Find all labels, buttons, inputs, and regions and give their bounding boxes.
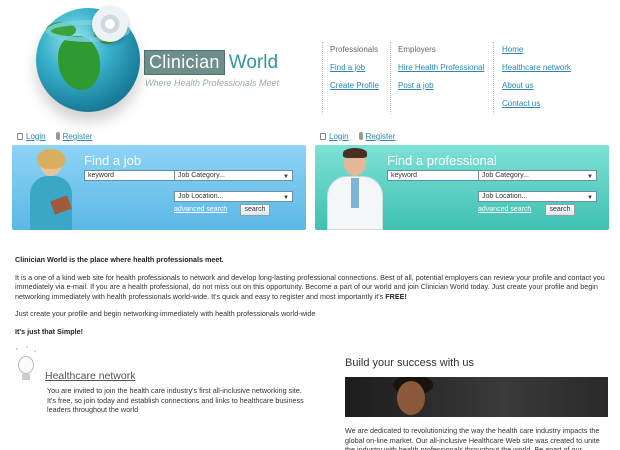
pro-location-select[interactable]: Job Location... ▼ [478,191,597,202]
key-icon [55,132,60,140]
nav-link-home[interactable]: Home [502,45,571,54]
key-icon [358,132,363,140]
intro-content: Clinician World is the place where healt… [15,255,609,345]
find-professional-title: Find a professional [387,153,497,168]
bulb-ray [16,348,18,350]
bulb-base [22,374,30,380]
pro-keyword-input[interactable] [387,170,479,181]
bulb-glass [18,356,34,374]
nav-link-contact[interactable]: Contact us [502,99,571,108]
login-label[interactable]: Login [329,132,349,141]
dropdown-arrow-icon: ▼ [587,174,593,180]
lock-icon [320,132,326,140]
simple-tagline: It's just that Simple! [15,326,84,336]
search-button[interactable]: search [545,204,575,216]
nav-professionals: Professionals Find a job Create Profile [330,45,379,99]
doctor-tie [351,178,359,208]
register-link[interactable]: Register [358,131,396,141]
nav-link-create-profile[interactable]: Create Profile [330,81,379,90]
build-success-title: Build your success with us [345,357,474,369]
healthcare-network-title[interactable]: Healthcare network [45,370,135,382]
job-location-value: Job Location... [178,193,224,200]
build-success-photo [345,377,608,417]
nav-link-about[interactable]: About us [502,81,571,90]
nav-link-post-job[interactable]: Post a job [398,81,484,90]
nav-divider [390,42,391,114]
find-job-title: Find a job [84,153,142,168]
woman-face [397,381,425,415]
site-header: Clinician World Where Health Professional… [0,0,620,125]
nav-employers: Employers Hire Health Professional Post … [398,45,484,99]
dropdown-arrow-icon: ▼ [283,195,289,201]
brand-name-boxed: Clinician [144,50,225,75]
globe-land [58,36,100,90]
job-category-value: Job Category... [178,172,225,179]
login-link[interactable]: Login [17,132,46,141]
find-job-panel: Find a job Job Category... ▼ Job Location… [12,145,306,230]
nav-link-find-job[interactable]: Find a job [330,63,379,72]
intro-paragraph-2: Just create your profile and begin netwo… [15,309,316,319]
nurse-hair [37,149,65,169]
globe-logo-icon [36,6,140,112]
brand-name-rest: World [228,52,279,73]
advanced-search-link[interactable]: advanced search [478,206,531,213]
nav-divider [322,42,323,114]
lock-icon [17,132,23,140]
pro-category-select[interactable]: Job Category... ▼ [478,170,597,181]
brand-logo[interactable]: Clinician World [144,50,278,75]
lightbulb-icon [14,346,38,384]
dropdown-arrow-icon: ▼ [587,195,593,201]
job-location-select[interactable]: Job Location... ▼ [174,191,293,202]
nav-heading-professionals: Professionals [330,45,379,54]
nav-link-hire[interactable]: Hire Health Professional [398,63,484,72]
nurse-photo [26,149,76,230]
auth-links-right: Login Register [320,131,395,141]
bulb-ray [26,346,28,348]
pro-category-value: Job Category... [482,172,529,179]
register-link[interactable]: Register [55,131,93,141]
login-link[interactable]: Login [320,132,349,141]
doctor-photo [325,148,385,230]
register-label[interactable]: Register [366,132,396,141]
intro-paragraph-text: It is a one of a kind web site for healt… [15,272,605,301]
globe-disc [92,6,128,42]
search-button[interactable]: search [240,204,270,216]
intro-headline: Clinician World is the place where healt… [15,255,224,264]
register-label[interactable]: Register [63,132,93,141]
job-keyword-input[interactable] [84,170,176,181]
find-professional-panel: Find a professional Job Category... ▼ Job… [315,145,609,230]
nav-heading-employers: Employers [398,45,436,54]
auth-links-left: Login Register [17,131,92,141]
nav-link-healthcare-network[interactable]: Healthcare network [502,63,571,72]
doctor-hair [343,148,367,158]
dropdown-arrow-icon: ▼ [283,174,289,180]
job-category-select[interactable]: Job Category... ▼ [174,170,293,181]
login-label[interactable]: Login [26,132,46,141]
free-text: FREE! [385,291,407,301]
healthcare-network-text: You are invited to join the health care … [47,386,304,415]
nav-divider [493,42,494,114]
intro-paragraph: It is a one of a kind web site for healt… [15,273,609,302]
brand-tagline: Where Health Professionals Meet [145,78,280,88]
advanced-search-link[interactable]: advanced search [174,206,227,213]
pro-location-value: Job Location... [482,193,528,200]
nav-site: Home Healthcare network About us Contact… [502,45,571,117]
bulb-ray [34,350,36,352]
build-success-text: We are dedicated to revolutionizing the … [345,426,600,450]
